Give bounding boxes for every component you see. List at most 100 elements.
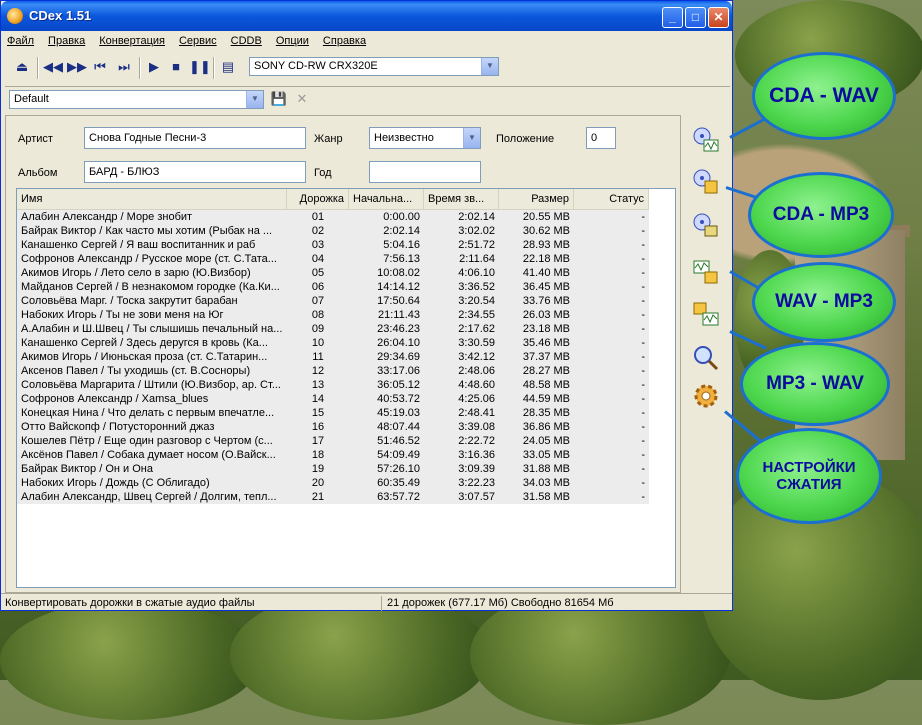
track-list[interactable]: Имя Дорожка Начальна... Время зв... Разм…: [16, 188, 676, 588]
menu-convert[interactable]: Конвертация: [97, 33, 167, 49]
table-row[interactable]: Акимов Игорь / Лето село в зарю (Ю.Визбо…: [17, 266, 649, 280]
chevron-down-icon[interactable]: ▼: [246, 91, 263, 108]
title-bar[interactable]: CDex 1.51 _ □ ✕: [1, 1, 732, 31]
track-number: 20: [311, 477, 325, 489]
fast-forward-icon[interactable]: ▶▶: [67, 59, 87, 75]
menu-help[interactable]: Справка: [321, 33, 368, 49]
table-row[interactable]: Канашенко Сергей / Здесь деругся в кровь…: [17, 336, 649, 350]
track-name: Акимов Игорь / Лето село в зарю (Ю.Визбо…: [21, 267, 251, 279]
table-row[interactable]: Аксенов Павел / Ты уходишь (ст. В.Соснор…: [17, 364, 649, 378]
column-status[interactable]: Статус: [574, 189, 649, 209]
table-row[interactable]: Конецкая Нина / Что делать с первым впеч…: [17, 406, 649, 420]
table-row[interactable]: Байрак Виктор / Он и Она 19 57:26.10 3:09.3…: [17, 462, 649, 476]
cda-to-mp3-button[interactable]: [689, 165, 723, 199]
artist-field[interactable]: Снова Годные Песни-3: [84, 127, 306, 149]
track-duration: 3:36.52: [458, 281, 495, 293]
track-size: 33.76 MB: [522, 295, 570, 307]
position-field[interactable]: 0: [586, 127, 616, 149]
drive-select[interactable]: SONY CD-RW CRX320E ▼: [249, 57, 499, 76]
track-size: 28.93 MB: [522, 239, 570, 251]
cda-to-wav-button[interactable]: [689, 123, 723, 157]
menu-edit[interactable]: Правка: [46, 33, 87, 49]
position-label: Положение: [496, 133, 555, 145]
table-row[interactable]: Майданов Сергей / В незнакомом городке (…: [17, 280, 649, 294]
previous-track-icon[interactable]: ⏮: [91, 59, 109, 75]
menu-cddb[interactable]: CDDB: [229, 33, 264, 49]
chevron-down-icon[interactable]: ▼: [481, 58, 498, 75]
track-number: 07: [311, 295, 325, 307]
play-icon[interactable]: ▶: [145, 59, 163, 75]
maximize-button[interactable]: □: [685, 7, 706, 28]
track-duration: 3:07.57: [458, 491, 495, 503]
cd-to-mp3-direct-button[interactable]: [689, 209, 723, 243]
menu-options[interactable]: Опции: [274, 33, 311, 49]
table-row[interactable]: Кошелев Пётр / Еще один разговор с Черто…: [17, 434, 649, 448]
track-number: 08: [311, 309, 325, 321]
track-name: Соловьёва Маргарита / Штили (Ю.Визбор, а…: [21, 379, 281, 391]
track-size: 23.18 MB: [522, 323, 570, 335]
table-row[interactable]: А.Алабин и Ш.Швец / Ты слышишь печальный…: [17, 322, 649, 336]
delete-profile-icon[interactable]: ✕: [293, 91, 311, 107]
column-track[interactable]: Дорожка: [287, 189, 349, 209]
track-status: -: [641, 393, 645, 405]
track-status: -: [641, 491, 645, 503]
table-row[interactable]: Соловьёва Марг. / Тоска закрутит барабан…: [17, 294, 649, 308]
album-field[interactable]: БАРД - БЛЮЗ: [84, 161, 306, 183]
wav-to-mp3-button[interactable]: [689, 255, 723, 289]
track-start: 5:04.16: [383, 239, 420, 251]
track-duration: 3:16.36: [458, 449, 495, 461]
table-row[interactable]: Отто Вайскопф / Потусторонний джаз 16 48:0…: [17, 420, 649, 434]
year-field[interactable]: [369, 161, 481, 183]
next-track-icon[interactable]: ⏭: [115, 59, 133, 75]
table-row[interactable]: Алабин Александр / Море знобит 01 0:00.00 2…: [17, 210, 649, 224]
track-start: 29:34.69: [377, 351, 420, 363]
column-start[interactable]: Начальна...: [349, 189, 424, 209]
table-row[interactable]: Софронов Александр / Xamsa_blues 14 40:53.…: [17, 392, 649, 406]
track-name: Байрак Виктор / Как часто мы хотим (Рыба…: [21, 225, 273, 237]
table-row[interactable]: Канашенко Сергей / Я ваш воспитанник и р…: [17, 238, 649, 252]
track-number: 19: [311, 463, 325, 475]
mp3-to-wav-button[interactable]: [689, 297, 723, 331]
track-duration: 2:17.62: [458, 323, 495, 335]
track-duration: 4:25.06: [458, 393, 495, 405]
track-duration: 3:22.23: [458, 477, 495, 489]
stop-icon[interactable]: ■: [167, 59, 185, 75]
menu-file[interactable]: Файл: [5, 33, 36, 49]
table-row[interactable]: Софронов Александр / Русское море (ст. С…: [17, 252, 649, 266]
track-status: -: [641, 281, 645, 293]
table-row[interactable]: Акимов Игорь / Июньская проза (ст. С.Тат…: [17, 350, 649, 364]
column-name[interactable]: Имя: [17, 189, 287, 209]
save-profile-icon[interactable]: 💾: [270, 91, 288, 107]
track-start: 2:02.14: [383, 225, 420, 237]
column-duration[interactable]: Время зв...: [424, 189, 499, 209]
cd-info-icon[interactable]: ▤: [219, 59, 237, 75]
track-name: Майданов Сергей / В незнакомом городке (…: [21, 281, 280, 293]
table-row[interactable]: Набоких Игорь / Ты не зови меня на Юг 08 2…: [17, 308, 649, 322]
callout-mp3-wav: MP3 - WAV: [740, 342, 890, 426]
close-button[interactable]: ✕: [708, 7, 729, 28]
track-number: 13: [311, 379, 325, 391]
profile-select[interactable]: Default ▼: [9, 90, 264, 109]
table-row[interactable]: Байрак Виктор / Как часто мы хотим (Рыба…: [17, 224, 649, 238]
track-start: 60:35.49: [377, 477, 420, 489]
column-size[interactable]: Размер: [499, 189, 574, 209]
compression-settings-button[interactable]: [689, 379, 723, 413]
table-row[interactable]: Набоких Игорь / Дождь (С Облигадо) 20 60:3…: [17, 476, 649, 490]
track-duration: 2:02.14: [458, 211, 495, 223]
cd-search-button[interactable]: [689, 341, 723, 375]
pause-icon[interactable]: ❚❚: [189, 59, 211, 75]
minimize-button[interactable]: _: [662, 7, 683, 28]
eject-icon[interactable]: ⏏: [13, 59, 31, 75]
table-row[interactable]: Аксёнов Павел / Собака думает носом (О.В…: [17, 448, 649, 462]
album-label: Альбом: [18, 167, 58, 179]
table-row[interactable]: Алабин Александр, Швец Сергей / Долгим, …: [17, 490, 649, 504]
tree: [0, 600, 260, 720]
track-name: Акимов Игорь / Июньская проза (ст. С.Тат…: [21, 351, 268, 363]
menu-tools[interactable]: Сервис: [177, 33, 219, 49]
table-row[interactable]: Соловьёва Маргарита / Штили (Ю.Визбор, а…: [17, 378, 649, 392]
rewind-icon[interactable]: ◀◀: [43, 59, 63, 75]
track-duration: 4:48.60: [458, 379, 495, 391]
genre-select[interactable]: Неизвестно ▼: [369, 127, 481, 149]
chevron-down-icon[interactable]: ▼: [463, 128, 480, 148]
status-divider: [381, 596, 382, 611]
